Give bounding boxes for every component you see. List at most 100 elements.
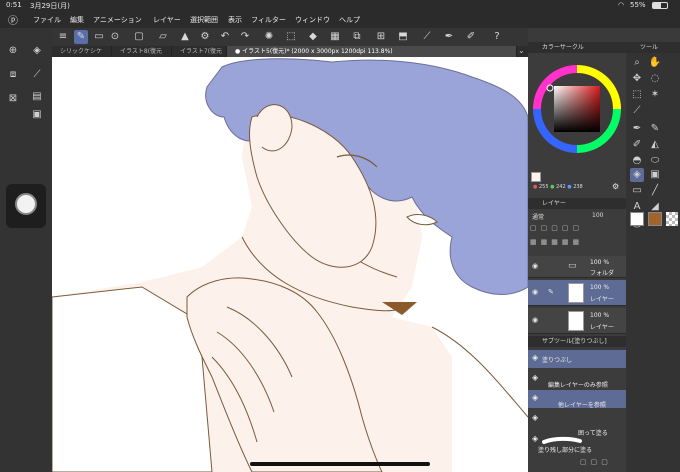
menu-help[interactable]: ヘルプ [339, 15, 360, 25]
menu-selection[interactable]: 選択範囲 [190, 15, 218, 25]
main-color-swatch[interactable] [531, 172, 541, 182]
menu-filter[interactable]: フィルター [251, 15, 286, 25]
tool-panel: ツール ⌕ ✋ ✥ ◌ ⬚ ✶ ⟋ ✒ ✎ ✐ ◭ ◓ ⬭ ◈ ▣ ▭ ╱ A … [626, 42, 680, 472]
zoom-icon[interactable]: ⌕ [630, 56, 644, 70]
subtool-item[interactable]: ◈ [528, 410, 626, 428]
status-date: 3月29日(月) [30, 2, 70, 10]
transparent-swatch[interactable] [666, 212, 678, 226]
eye-icon[interactable]: ◉ [532, 262, 538, 270]
subtool-item[interactable]: ◈ 囲って塗る 塗り残し部分に塗る [528, 428, 626, 454]
hand-icon[interactable]: ✋ [648, 56, 662, 70]
canvas-icon[interactable]: ▭ [92, 30, 106, 44]
r-label: ● [533, 184, 538, 190]
menu-file[interactable]: ファイル [33, 15, 61, 25]
bucket-icon: ◈ [532, 393, 539, 402]
crop-icon[interactable]: ⧉ [350, 30, 364, 44]
layer-opacity[interactable]: 100 [592, 212, 603, 219]
app-logo-icon[interactable]: ⓟ [8, 12, 18, 27]
brush-icon[interactable]: ✐ [630, 138, 644, 152]
magic-wand-icon[interactable]: ✶ [648, 88, 662, 102]
fill-icon[interactable]: ◆ [306, 30, 320, 44]
wifi-icon: ◠ [618, 1, 625, 9]
tab-2[interactable]: イラスト8(復元 [112, 46, 172, 57]
subtool-item[interactable]: ◈ 他レイヤーを参照 [528, 390, 626, 409]
g-value: 242 [556, 184, 566, 190]
subtool-command-icons[interactable]: ▢▢▢ [580, 458, 624, 468]
help-icon[interactable]: ? [490, 30, 504, 44]
menu-animation[interactable]: アニメーション [93, 15, 142, 25]
eraser-icon[interactable]: ⬭ [648, 154, 662, 168]
redo-icon[interactable]: ↷ [238, 30, 252, 44]
pencil-icon[interactable]: ✎ [648, 122, 662, 136]
new-icon[interactable]: ▢ [132, 30, 146, 44]
gradient-icon[interactable]: ▣ [648, 168, 662, 182]
pen-lock-icon[interactable]: ✎ [548, 288, 554, 296]
select-icon[interactable]: ⬚ [630, 88, 644, 102]
eye-icon[interactable]: ◉ [532, 288, 538, 296]
pen-icon[interactable]: ✒ [630, 122, 644, 136]
menu-view[interactable]: 表示 [228, 15, 242, 25]
eyedropper-icon[interactable]: ⟋ [30, 68, 44, 82]
drawing-canvas[interactable] [52, 57, 528, 472]
undo-icon[interactable]: ↶ [218, 30, 232, 44]
eyedropper-icon[interactable]: ⟋ [630, 104, 644, 118]
blend-mode-select[interactable]: 通常 [532, 212, 544, 221]
transform-icon[interactable]: ⬚ [284, 30, 298, 44]
menu-bar: ⓟ ファイル 編集 アニメーション レイヤー 選択範囲 表示 フィルター ウィン… [0, 12, 680, 28]
sub-color-swatch[interactable] [648, 212, 662, 226]
clear-icon[interactable]: ✺ [262, 30, 276, 44]
select-icon[interactable]: ⬒ [396, 30, 410, 44]
pen-icon[interactable]: ✒ [442, 30, 456, 44]
tab-1[interactable]: シリックケシケ [52, 46, 112, 57]
eye-icon[interactable]: ◉ [532, 316, 538, 324]
subtool-item[interactable]: ◈ 編集レイヤーのみ参照 [528, 370, 626, 389]
ruler-icon[interactable]: ⟋ [420, 30, 434, 44]
layer-row[interactable]: ◉ 100 % レイヤー [528, 308, 626, 334]
settings-icon[interactable]: ⚙ [198, 30, 212, 44]
save-local-icon[interactable]: ▤ [30, 90, 44, 104]
tab-3[interactable]: イラスト7(復元 [172, 46, 227, 57]
layer-row-folder[interactable]: ◉ ▭ 100 % フォルダ [528, 256, 626, 278]
modifier-key-button[interactable] [15, 193, 37, 215]
line-icon[interactable]: ╱ [648, 184, 662, 198]
subtool-panel-title: サブツール[塗りつぶし] [528, 336, 626, 347]
layers-icon[interactable]: ⧈ [6, 68, 20, 82]
edit-mode-icon[interactable]: ✎ [74, 30, 88, 44]
tab-bar: シリックケシケ イラスト8(復元 イラスト7(復元 ● イラスト5(復元)* (… [52, 46, 528, 57]
layer-opacity-label: 100 % [590, 284, 610, 291]
deselect-icon[interactable]: ▦ [328, 30, 342, 44]
menu-layer[interactable]: レイヤー [153, 15, 181, 25]
bucket-icon: ◈ [532, 373, 539, 382]
tab-active[interactable]: ● イラスト5(復元)* (2000 x 3000px 1200dpi 113.… [227, 46, 517, 57]
layer-command-icons[interactable]: ▦▦▦▦▦ [530, 238, 624, 248]
main-color-swatch[interactable] [630, 212, 644, 226]
color-wheel[interactable] [532, 64, 622, 154]
battery-icon [652, 2, 668, 9]
bucket-icon[interactable]: ◈ [30, 44, 44, 58]
menu-toggle-icon[interactable]: ≡ [56, 30, 70, 44]
chevron-down-icon[interactable]: ⌄ [518, 46, 525, 55]
layer-opacity-label: 100 % [590, 259, 610, 266]
zoom-icon[interactable]: ⊕ [6, 44, 20, 58]
invert-icon[interactable]: ⊞ [374, 30, 388, 44]
move-icon[interactable]: ✥ [630, 72, 644, 86]
airbrush-icon[interactable]: ◭ [648, 138, 662, 152]
lasso-icon[interactable]: ◌ [648, 72, 662, 86]
menu-window[interactable]: ウィンドウ [295, 15, 330, 25]
command-bar: ≡ ✎ ▭ ⊙ ▢ ▱ ▲ ⚙ ↶ ↷ ✺ ⬚ ◆ ▦ ⧉ ⊞ ⬒ ⟋ ✒ ✐ … [0, 28, 528, 46]
save-icon[interactable]: ▲ [178, 30, 192, 44]
blend-icon[interactable]: ◓ [630, 154, 644, 168]
record-icon[interactable]: ⊙ [108, 30, 122, 44]
fill-tool-icon[interactable]: ◈ [630, 168, 644, 182]
color-settings-icon[interactable]: ⚙ [612, 182, 619, 191]
frame-icon[interactable]: ⊠ [6, 92, 20, 106]
menu-edit[interactable]: 編集 [70, 15, 84, 25]
figure-icon[interactable]: ▭ [630, 184, 644, 198]
copy-icon[interactable]: ▣ [30, 108, 44, 122]
layer-row-selected[interactable]: ◉ ✎ 100 % レイヤー [528, 280, 626, 306]
open-icon[interactable]: ▱ [156, 30, 170, 44]
subtool-item[interactable]: ◈ 塗りつぶし [528, 350, 626, 368]
layer-lock-icons[interactable]: ▢▢▢▢▢ [530, 224, 624, 234]
status-battery: 55% [630, 1, 646, 9]
brush-icon[interactable]: ✐ [464, 30, 478, 44]
